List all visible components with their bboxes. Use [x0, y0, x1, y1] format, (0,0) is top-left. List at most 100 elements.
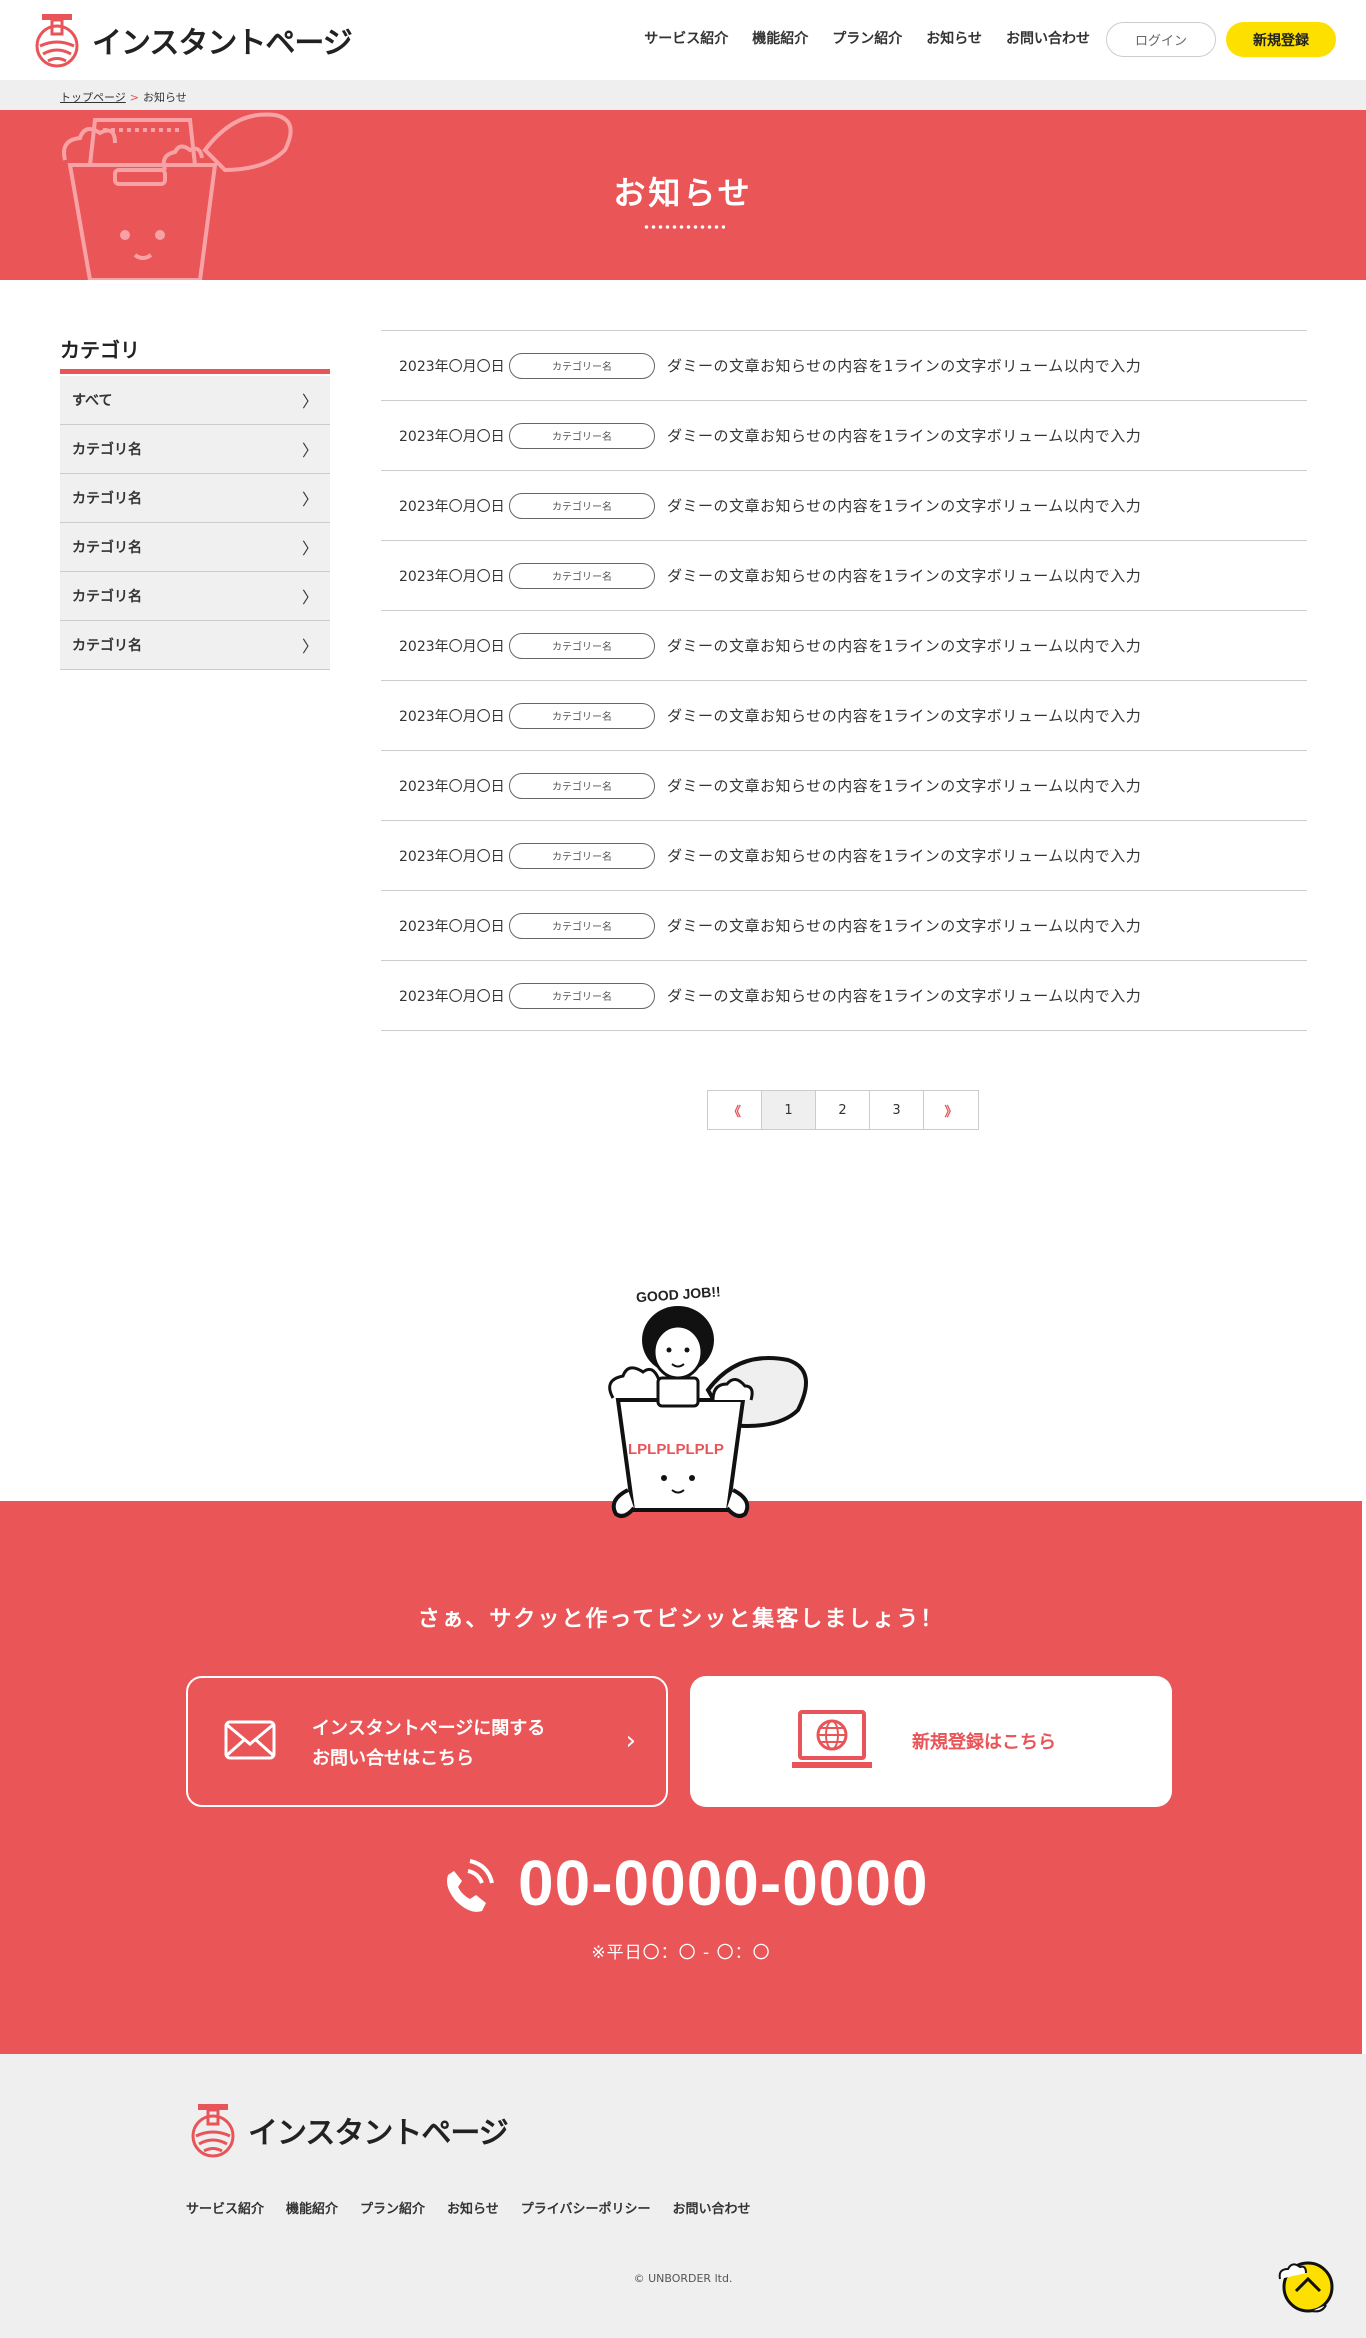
news-title[interactable]: ダミーの文章お知らせの内容を1ラインの文字ボリューム以内で入力 — [667, 565, 1141, 586]
category-label: カテゴリ名 — [72, 540, 142, 556]
category-label: カテゴリ名 — [72, 589, 142, 605]
contact-cta-line1: インスタントページに関する — [312, 1718, 546, 1739]
news-row[interactable]: 2023年〇月〇日 カテゴリー名 ダミーの文章お知らせの内容を1ラインの文字ボリュー… — [381, 541, 1307, 611]
news-date: 2023年〇月〇日 — [399, 638, 505, 655]
chevron-right-icon: 〉 — [301, 588, 318, 607]
contact-cta-line2: お問い合せはこちら — [312, 1748, 474, 1769]
news-date: 2023年〇月〇日 — [399, 358, 505, 375]
news-title[interactable]: ダミーの文章お知らせの内容を1ラインの文字ボリューム以内で入力 — [667, 775, 1141, 796]
business-hours: ※平日〇：〇 - 〇：〇 — [591, 1943, 771, 1963]
pagination-page-2[interactable]: 2 — [816, 1091, 870, 1129]
category-item[interactable]: カテゴリ名 〉 — [60, 425, 330, 474]
copyright: © UNBORDER ltd. — [633, 2272, 733, 2285]
footer-nav-news[interactable]: お知らせ — [447, 2198, 499, 2217]
footer-logo[interactable]: インスタントページ — [186, 2102, 509, 2158]
register-cta-button[interactable]: 新規登録はこちら — [690, 1676, 1172, 1807]
news-row[interactable]: 2023年〇月〇日 カテゴリー名 ダミーの文章お知らせの内容を1ラインの文字ボリュー… — [381, 751, 1307, 821]
news-row[interactable]: 2023年〇月〇日 カテゴリー名 ダミーの文章お知らせの内容を1ラインの文字ボリュー… — [381, 611, 1307, 681]
sidebar-title-underline — [60, 369, 330, 374]
news-category-badge[interactable]: カテゴリー名 — [509, 982, 655, 1009]
footer-nav-contact[interactable]: お問い合わせ — [673, 2198, 751, 2217]
nav-service[interactable]: サービス紹介 — [644, 28, 728, 48]
chevron-right-icon: 〉 — [301, 637, 318, 656]
news-category-badge[interactable]: カテゴリー名 — [509, 632, 655, 659]
news-category-badge[interactable]: カテゴリー名 — [509, 422, 655, 449]
footer-nav-plans[interactable]: プラン紹介 — [360, 2198, 425, 2217]
news-list: 2023年〇月〇日 カテゴリー名 ダミーの文章お知らせの内容を1ラインの文字ボリュー… — [381, 330, 1307, 1031]
phone-number[interactable]: 00-0000-0000 — [518, 1846, 929, 1920]
news-date: 2023年〇月〇日 — [399, 708, 505, 725]
pagination-page-3[interactable]: 3 — [870, 1091, 924, 1129]
nav-contact[interactable]: お問い合わせ — [1006, 28, 1090, 48]
site-logo[interactable]: インスタントページ — [30, 12, 353, 68]
news-row[interactable]: 2023年〇月〇日 カテゴリー名 ダミーの文章お知らせの内容を1ラインの文字ボリュー… — [381, 891, 1307, 961]
news-title[interactable]: ダミーの文章お知らせの内容を1ラインの文字ボリューム以内で入力 — [667, 985, 1141, 1006]
laptop-globe-icon — [792, 1710, 872, 1768]
news-category-badge[interactable]: カテゴリー名 — [509, 772, 655, 799]
category-item[interactable]: カテゴリ名 〉 — [60, 523, 330, 572]
login-button[interactable]: ログイン — [1106, 22, 1216, 57]
chevron-right-icon: 〉 — [301, 490, 318, 509]
site-footer: インスタントページ サービス紹介 機能紹介 プラン紹介 お知らせ プライバシーポ… — [0, 2054, 1366, 2338]
news-title[interactable]: ダミーの文章お知らせの内容を1ラインの文字ボリューム以内で入力 — [667, 915, 1141, 936]
news-row[interactable]: 2023年〇月〇日 カテゴリー名 ダミーの文章お知らせの内容を1ラインの文字ボリュー… — [381, 961, 1307, 1031]
main-nav: サービス紹介 機能紹介 プラン紹介 お知らせ お問い合わせ — [644, 28, 1090, 48]
chevron-right-icon: 〉 — [301, 539, 318, 558]
news-title[interactable]: ダミーの文章お知らせの内容を1ラインの文字ボリューム以内で入力 — [667, 635, 1141, 656]
nav-plans[interactable]: プラン紹介 — [832, 28, 902, 48]
nav-news[interactable]: お知らせ — [926, 28, 982, 48]
news-title[interactable]: ダミーの文章お知らせの内容を1ラインの文字ボリューム以内で入力 — [667, 355, 1141, 376]
category-item-all[interactable]: すべて 〉 — [60, 376, 330, 425]
back-to-top-icon[interactable] — [1276, 2255, 1336, 2315]
footer-nav-privacy[interactable]: プライバシーポリシー — [521, 2198, 651, 2217]
category-label: カテゴリ名 — [72, 442, 142, 458]
nav-features[interactable]: 機能紹介 — [752, 28, 808, 48]
page-title: お知らせ — [613, 174, 753, 212]
mail-icon — [224, 1720, 276, 1760]
site-header: インスタントページ サービス紹介 機能紹介 プラン紹介 お知らせ お問い合わせ … — [0, 0, 1366, 80]
category-item[interactable]: カテゴリ名 〉 — [60, 474, 330, 523]
news-title[interactable]: ダミーの文章お知らせの内容を1ラインの文字ボリューム以内で入力 — [667, 495, 1141, 516]
footer-nav: サービス紹介 機能紹介 プラン紹介 お知らせ プライバシーポリシー お問い合わせ — [186, 2198, 751, 2217]
category-list: すべて〉 カテゴリ名〉 カテゴリ名〉 カテゴリ名〉 カテゴリ名〉 カテゴリ名〉 — [60, 376, 330, 670]
pagination-page-1[interactable]: 1 — [762, 1091, 816, 1129]
register-button[interactable]: 新規登録 — [1226, 22, 1336, 57]
news-row[interactable]: 2023年〇月〇日 カテゴリー名 ダミーの文章お知らせの内容を1ラインの文字ボリュー… — [381, 331, 1307, 401]
chevron-right-icon: › — [625, 1726, 636, 1756]
phone-icon — [447, 1859, 494, 1912]
news-category-badge[interactable]: カテゴリー名 — [509, 492, 655, 519]
breadcrumb-home-link[interactable]: トップページ — [60, 91, 126, 104]
category-label: カテゴリ名 — [72, 491, 142, 507]
chevron-right-icon: 〉 — [301, 392, 318, 411]
news-date: 2023年〇月〇日 — [399, 568, 505, 585]
pagination-next-button[interactable]: 》 — [924, 1091, 978, 1129]
category-item[interactable]: カテゴリ名 〉 — [60, 621, 330, 670]
logo-text: インスタントページ — [92, 26, 353, 61]
pagination-prev-button[interactable]: 《 — [708, 1091, 762, 1129]
news-category-badge[interactable]: カテゴリー名 — [509, 352, 655, 379]
news-date: 2023年〇月〇日 — [399, 848, 505, 865]
news-row[interactable]: 2023年〇月〇日 カテゴリー名 ダミーの文章お知らせの内容を1ラインの文字ボリュー… — [381, 401, 1307, 471]
footer-nav-service[interactable]: サービス紹介 — [186, 2198, 264, 2217]
news-title[interactable]: ダミーの文章お知らせの内容を1ラインの文字ボリューム以内で入力 — [667, 845, 1141, 866]
contact-cta-button[interactable]: インスタントページに関する お問い合せはこちら › — [186, 1676, 668, 1807]
news-category-badge[interactable]: カテゴリー名 — [509, 562, 655, 589]
news-category-badge[interactable]: カテゴリー名 — [509, 912, 655, 939]
cta-heading: さぁ、サクッと作ってビシッと集客しましょう！ — [417, 1607, 945, 1632]
cup-text: LPLPLPLPLP — [628, 1441, 724, 1458]
news-row[interactable]: 2023年〇月〇日 カテゴリー名 ダミーの文章お知らせの内容を1ラインの文字ボリュー… — [381, 471, 1307, 541]
speech-text: GOOD JOB!! — [635, 1283, 721, 1305]
news-title[interactable]: ダミーの文章お知らせの内容を1ラインの文字ボリューム以内で入力 — [667, 425, 1141, 446]
news-title[interactable]: ダミーの文章お知らせの内容を1ラインの文字ボリューム以内で入力 — [667, 705, 1141, 726]
news-date: 2023年〇月〇日 — [399, 428, 505, 445]
news-category-badge[interactable]: カテゴリー名 — [509, 702, 655, 729]
news-category-badge[interactable]: カテゴリー名 — [509, 842, 655, 869]
news-row[interactable]: 2023年〇月〇日 カテゴリー名 ダミーの文章お知らせの内容を1ラインの文字ボリュー… — [381, 821, 1307, 891]
news-row[interactable]: 2023年〇月〇日 カテゴリー名 ダミーの文章お知らせの内容を1ラインの文字ボリュー… — [381, 681, 1307, 751]
chevron-right-icon: 〉 — [301, 441, 318, 460]
footer-logo-text: インスタントページ — [248, 2116, 509, 2151]
footer-nav-features[interactable]: 機能紹介 — [286, 2198, 338, 2217]
pagination: 《 1 2 3 》 — [707, 1090, 979, 1130]
category-item[interactable]: カテゴリ名 〉 — [60, 572, 330, 621]
logo-icon — [191, 2104, 235, 2158]
